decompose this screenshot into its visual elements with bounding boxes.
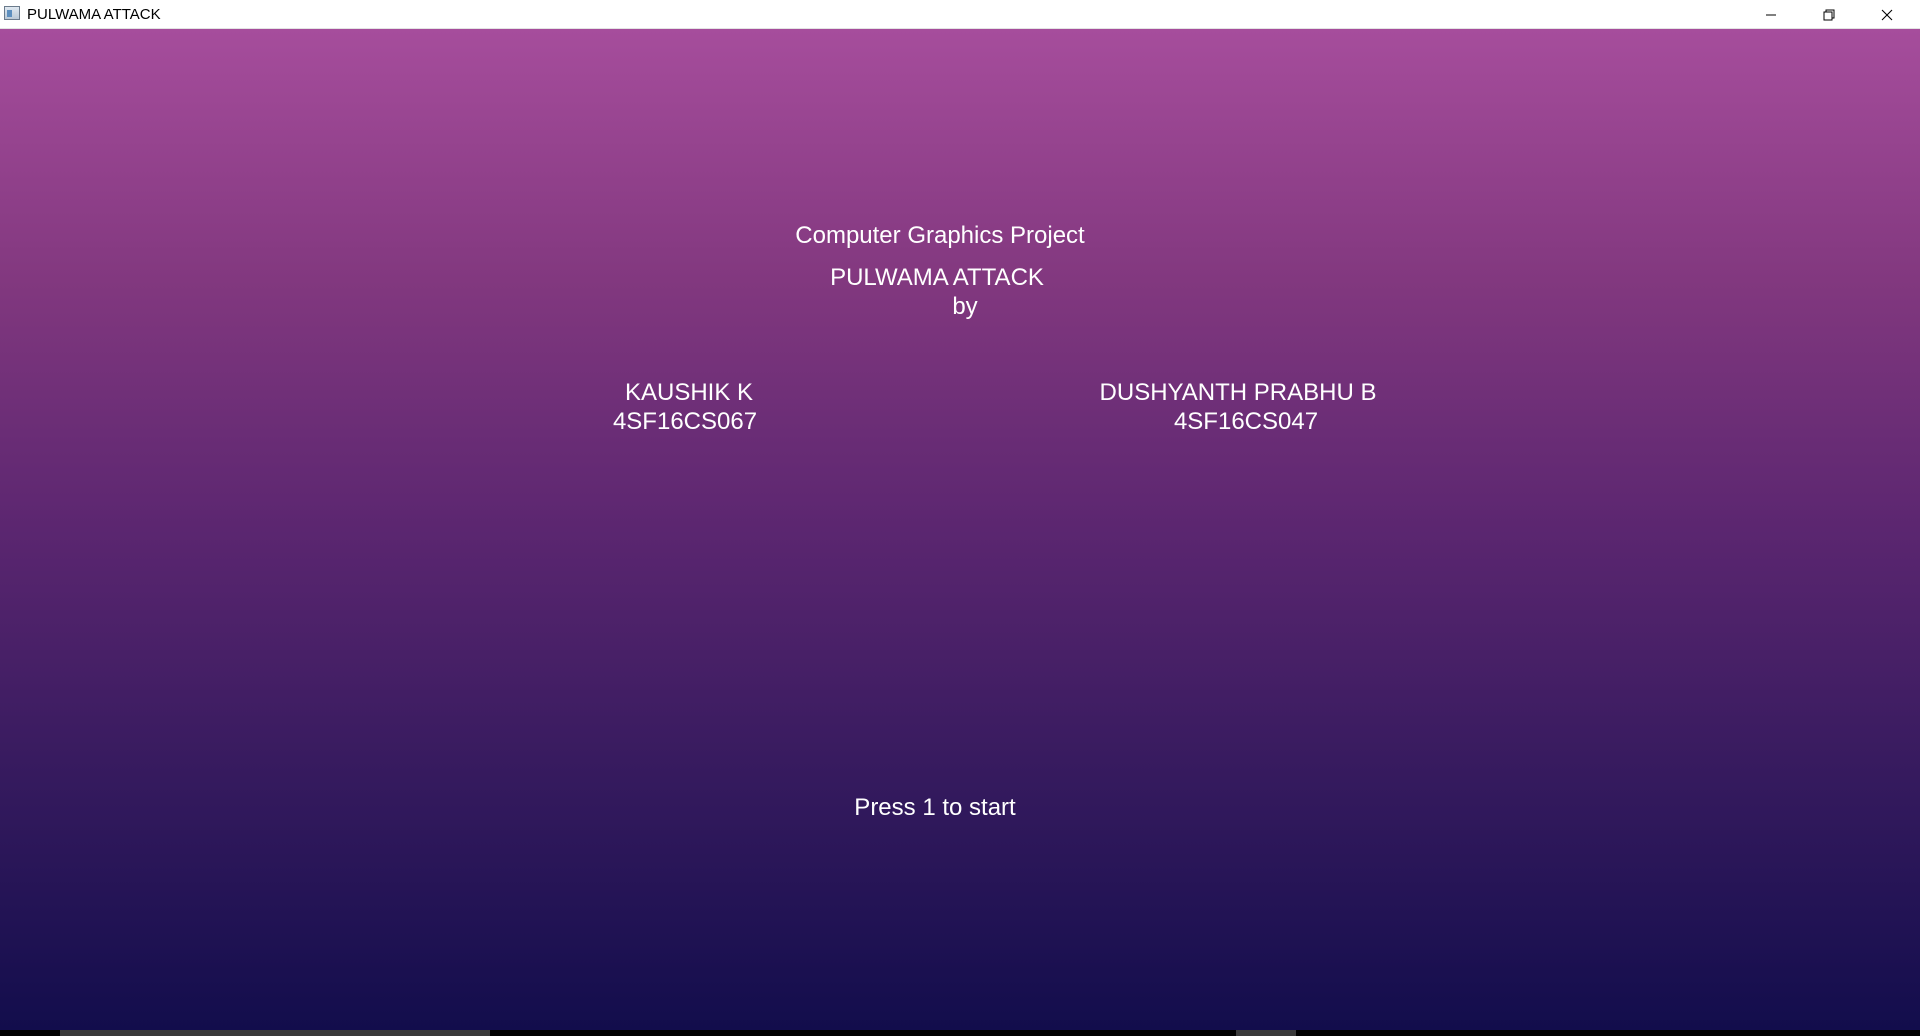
start-prompt: Press 1 to start: [854, 794, 1016, 821]
author-1-name: KAUSHIK K: [624, 379, 754, 406]
by-label: by: [952, 293, 978, 320]
graphics-canvas[interactable]: Computer Graphics Project PULWAMA ATTACK…: [0, 29, 1920, 1030]
minimize-icon: [1766, 14, 1776, 15]
minimize-button[interactable]: [1742, 0, 1800, 29]
app-window: PULWAMA ATTACK Computer Graphics Project…: [0, 0, 1920, 1036]
edge-segment: [60, 1030, 490, 1036]
close-icon: [1881, 9, 1893, 20]
author-2-name: DUSHYANTH PRABHU B: [1099, 379, 1377, 406]
edge-segment: [1236, 1030, 1296, 1036]
window-title: PULWAMA ATTACK: [27, 6, 161, 23]
author-2-usn: 4SF16CS047: [1173, 408, 1319, 435]
project-label: Computer Graphics Project: [795, 222, 1085, 249]
title-bar[interactable]: PULWAMA ATTACK: [0, 0, 1920, 29]
close-button[interactable]: [1858, 0, 1916, 29]
restore-icon: [1823, 9, 1835, 20]
app-icon[interactable]: [4, 6, 20, 20]
project-title: PULWAMA ATTACK: [830, 264, 1044, 291]
restore-button[interactable]: [1800, 0, 1858, 29]
author-1-usn: 4SF16CS067: [612, 408, 758, 435]
bottom-edge: [0, 1030, 1920, 1036]
